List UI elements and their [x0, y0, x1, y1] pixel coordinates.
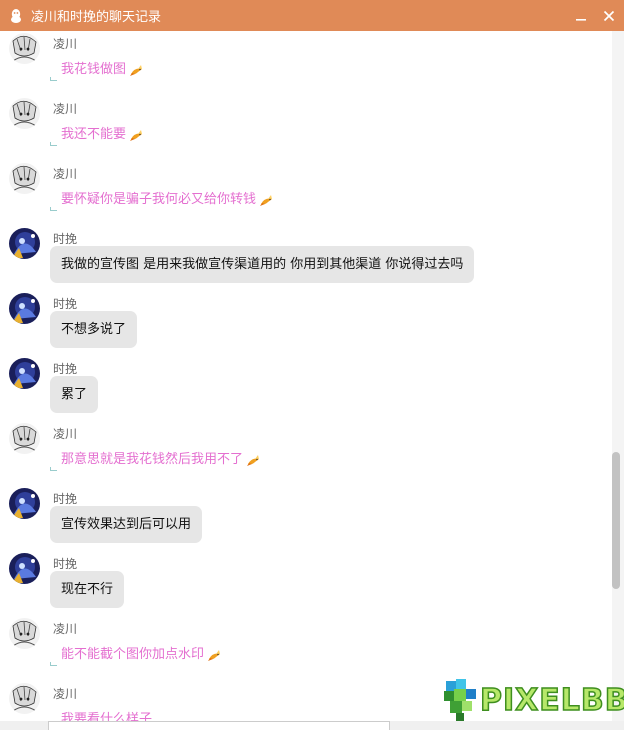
- sender-name: 凌川: [53, 167, 78, 181]
- message-row: 凌川能不能截个图你加点水印: [0, 616, 612, 681]
- minimize-icon: [576, 19, 586, 21]
- close-icon: [603, 10, 615, 22]
- bird-emoji-icon: [208, 649, 221, 661]
- avatar[interactable]: [9, 228, 40, 259]
- message-text: 要怀疑你是骗子我何必又给你转钱: [50, 183, 274, 215]
- message-content: 我要看什么样子: [61, 712, 153, 721]
- bird-emoji-icon: [256, 191, 274, 206]
- avatar[interactable]: [9, 358, 40, 389]
- sender-name: 时挽: [53, 232, 78, 246]
- sender-name: 凌川: [53, 102, 78, 116]
- avatar[interactable]: [9, 33, 40, 64]
- scrollbar-track[interactable]: [612, 31, 624, 721]
- message-bubble: 我做的宣传图 是用来我做宣传渠道用的 你用到其他渠道 你说得过去吗: [50, 246, 475, 283]
- message-row: 时挽 宣传效果达到后可以用: [0, 486, 612, 551]
- message-content: 要怀疑你是骗子我何必又给你转钱: [61, 192, 257, 207]
- scrollbar-thumb[interactable]: [612, 452, 620, 589]
- message-bubble: 现在不行: [50, 571, 125, 608]
- window-title: 凌川和时挽的聊天记录: [31, 10, 162, 25]
- message-row: 凌川要怀疑你是骗子我何必又给你转钱: [0, 161, 612, 226]
- avatar[interactable]: [9, 98, 40, 129]
- message-text: 那意思就是我花钱然后我用不了: [50, 443, 261, 475]
- bird-emoji-icon: [243, 451, 261, 466]
- sender-name: 凌川: [53, 622, 78, 636]
- bird-emoji-icon: [260, 194, 273, 206]
- message-row: 时挽 累了: [0, 356, 612, 421]
- message-text: 我要看什么样子: [50, 703, 152, 721]
- pixel-cube-icon: [444, 679, 476, 721]
- watermark-logo: PIXELBBS: [440, 677, 624, 727]
- message-text: 我花钱做图: [50, 53, 144, 85]
- message-input[interactable]: [48, 721, 390, 730]
- close-button[interactable]: [599, 6, 619, 26]
- bird-emoji-icon: [130, 64, 143, 76]
- message-content: 我还不能要: [61, 127, 127, 142]
- sender-name: 时挽: [53, 362, 78, 376]
- message-corner-mark: [50, 142, 57, 146]
- sender-name: 凌川: [53, 37, 78, 51]
- bird-emoji-icon: [130, 129, 143, 141]
- message-text: 我还不能要: [50, 118, 144, 150]
- avatar[interactable]: [9, 163, 40, 194]
- sender-name: 时挽: [53, 557, 78, 571]
- message-bubble: 不想多说了: [50, 311, 138, 348]
- qq-penguin-icon: [7, 7, 25, 25]
- avatar[interactable]: [9, 618, 40, 649]
- minimize-button[interactable]: [571, 6, 591, 26]
- message-corner-mark: [50, 77, 57, 81]
- message-row: 凌川我花钱做图: [0, 31, 612, 96]
- sender-name: 时挽: [53, 297, 78, 311]
- sender-name: 时挽: [53, 492, 78, 506]
- avatar[interactable]: [9, 488, 40, 519]
- message-bubble: 宣传效果达到后可以用: [50, 506, 203, 543]
- message-content: 能不能截个图你加点水印: [61, 647, 205, 662]
- message-row: 凌川那意思就是我花钱然后我用不了: [0, 421, 612, 486]
- message-corner-mark: [50, 207, 57, 211]
- title-bar: 凌川和时挽的聊天记录: [0, 0, 624, 31]
- message-text: 能不能截个图你加点水印: [50, 638, 222, 670]
- bird-emoji-icon: [126, 61, 144, 76]
- message-content: 那意思就是我花钱然后我用不了: [61, 452, 244, 467]
- avatar[interactable]: [9, 683, 40, 714]
- message-corner-mark: [50, 467, 57, 471]
- sender-name: 凌川: [53, 687, 78, 701]
- avatar[interactable]: [9, 423, 40, 454]
- sender-name: 凌川: [53, 427, 78, 441]
- avatar[interactable]: [9, 293, 40, 324]
- avatar[interactable]: [9, 553, 40, 584]
- bird-emoji-icon: [247, 454, 260, 466]
- chat-history: 凌川 我花钱做图 凌川 我还不能要 凌川 要怀疑你是骗子我何必又给你转钱 时挽 我做的宣传图 …: [0, 31, 612, 721]
- watermark-text: PIXELBBS: [479, 682, 624, 719]
- bird-emoji-icon: [204, 646, 222, 661]
- message-row: 时挽 现在不行: [0, 551, 612, 616]
- message-content: 我花钱做图: [61, 62, 127, 77]
- message-row: 时挽 不想多说了: [0, 291, 612, 356]
- bird-emoji-icon: [126, 126, 144, 141]
- message-row: 凌川我还不能要: [0, 96, 612, 161]
- message-row: 时挽 我做的宣传图 是用来我做宣传渠道用的 你用到其他渠道 你说得过去吗: [0, 226, 612, 291]
- message-corner-mark: [50, 662, 57, 666]
- message-bubble: 累了: [50, 376, 99, 413]
